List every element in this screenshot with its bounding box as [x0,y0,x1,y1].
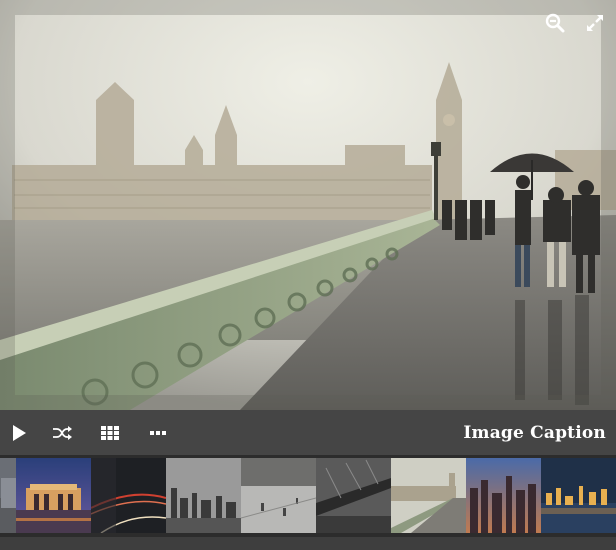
grid-icon [101,425,119,440]
thumbnail-row [0,458,616,533]
thumbnail-image [91,458,166,533]
thumbnail-image [16,458,91,533]
more-button[interactable] [134,410,182,455]
fullscreen-icon [587,15,603,31]
thumbnail[interactable] [16,458,91,533]
fullscreen-button[interactable] [582,10,608,36]
image-caption: Image Caption [463,422,606,443]
thumbnail[interactable] [0,458,16,533]
thumbnail-image [316,458,391,533]
bottom-bar [0,537,616,550]
thumbnail-image [541,458,616,533]
thumbnail[interactable] [466,458,541,533]
grid-view-button[interactable] [86,410,134,455]
thumbnail-image [241,458,316,533]
thumbnail[interactable] [241,458,316,533]
ellipsis-icon [150,430,166,435]
thumbnail-image [466,458,541,533]
thumbnail[interactable] [391,458,466,533]
thumbnail-image [391,458,466,533]
main-image[interactable] [0,0,616,410]
thumbnail-image [166,458,241,533]
gallery-viewer: Image Caption [0,0,616,550]
shuffle-button[interactable] [38,410,86,455]
thumbnail-strip[interactable] [0,455,616,537]
play-icon [13,424,26,441]
thumbnail[interactable] [541,458,616,533]
thumbnail[interactable] [316,458,391,533]
shuffle-icon [53,425,72,440]
play-button[interactable] [0,410,38,455]
thumbnail[interactable] [91,458,166,533]
zoom-out-button[interactable] [542,10,568,36]
main-photo [0,0,616,410]
zoom-out-icon [545,13,565,33]
thumbnail[interactable] [166,458,241,533]
image-controls [542,10,608,36]
gallery-toolbar: Image Caption [0,410,616,455]
thumbnail-image [0,458,16,533]
